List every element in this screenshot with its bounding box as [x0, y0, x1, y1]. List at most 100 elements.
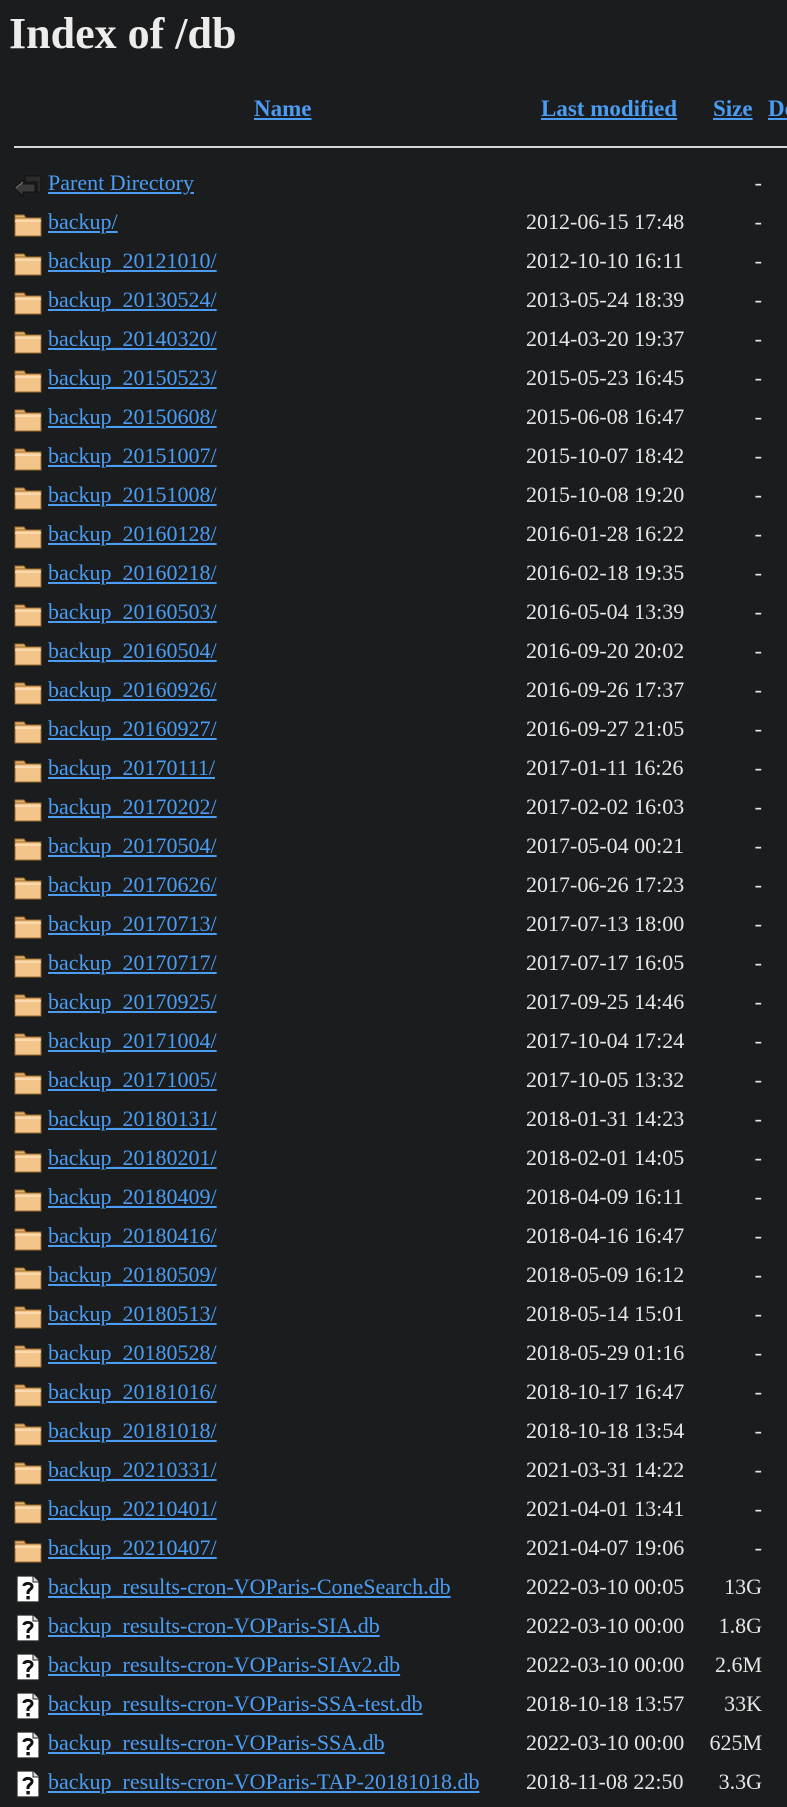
- entry-name-link[interactable]: backup_20170717/: [48, 950, 217, 976]
- entry-name-link[interactable]: backup_20151007/: [48, 443, 217, 469]
- table-row: backup_20181018/2018-10-18 13:54 -: [0, 1412, 787, 1451]
- entry-name-link[interactable]: backup_results-cron-VOParis-SSA.db: [48, 1730, 385, 1756]
- entry-name-link[interactable]: backup_20150523/: [48, 365, 217, 391]
- entry-size: -: [754, 1418, 762, 1443]
- entry-name-link[interactable]: backup_results-cron-VOParis-SIAv2.db: [48, 1652, 400, 1678]
- table-row: backup_20160218/2016-02-18 19:35 -: [0, 554, 787, 593]
- column-header-last-modified[interactable]: Last modified: [541, 96, 677, 122]
- entry-name-link[interactable]: backup_20140320/: [48, 326, 217, 352]
- entry-name-link[interactable]: backup_20151008/: [48, 482, 217, 508]
- folder-icon: [13, 1340, 43, 1370]
- table-row: backup_20170717/2017-07-17 16:05 -: [0, 944, 787, 983]
- entry-name-link[interactable]: backup_20130524/: [48, 287, 217, 313]
- entry-size: -: [754, 482, 762, 507]
- entry-size: -: [754, 1457, 762, 1482]
- table-row: backup_20140320/2014-03-20 19:37 -: [0, 320, 787, 359]
- table-row: backup_results-cron-VOParis-SIA.db 2022-0…: [0, 1607, 787, 1646]
- entry-name-link[interactable]: backup_20180416/: [48, 1223, 217, 1249]
- entry-name-link[interactable]: backup_20180509/: [48, 1262, 217, 1288]
- table-row: backup/2012-06-15 17:48 -: [0, 203, 787, 242]
- table-row: backup_20180409/2018-04-09 16:11 -: [0, 1178, 787, 1217]
- entry-name-link[interactable]: backup_results-cron-VOParis-SSA-test.db: [48, 1691, 423, 1717]
- table-row: backup_20150608/2015-06-08 16:47 -: [0, 398, 787, 437]
- folder-icon: [13, 677, 43, 707]
- entry-name-link[interactable]: backup_20210401/: [48, 1496, 217, 1522]
- entry-last-modified: 2016-05-04 13:39: [526, 599, 685, 624]
- entry-name-link[interactable]: backup_20180201/: [48, 1145, 217, 1171]
- column-header-description[interactable]: De: [768, 96, 787, 122]
- entry-last-modified: 2016-09-27 21:05: [526, 716, 685, 741]
- unknown-file-icon: [13, 1652, 43, 1682]
- entry-size: -: [754, 365, 762, 390]
- entry-name-link[interactable]: backup_20180513/: [48, 1301, 217, 1327]
- entry-name-link[interactable]: backup_20170504/: [48, 833, 217, 859]
- entry-name-link[interactable]: backup_results-cron-VOParis-SIA.db: [48, 1613, 380, 1639]
- entry-name-link[interactable]: backup_20160927/: [48, 716, 217, 742]
- entry-name-link[interactable]: backup_20180409/: [48, 1184, 217, 1210]
- entry-size: -: [754, 1262, 762, 1287]
- entry-name-link[interactable]: backup_20160503/: [48, 599, 217, 625]
- entry-size: -: [754, 287, 762, 312]
- entry-name-link[interactable]: backup_20180528/: [48, 1340, 217, 1366]
- entry-name-link[interactable]: backup_20180131/: [48, 1106, 217, 1132]
- entry-name-link[interactable]: backup_20160926/: [48, 677, 217, 703]
- folder-icon: [13, 989, 43, 1019]
- folder-icon: [13, 950, 43, 980]
- entry-size: -: [754, 1496, 762, 1521]
- entry-name-link[interactable]: backup_results-cron-VOParis-TAP-20181018…: [48, 1769, 479, 1795]
- entry-name-link[interactable]: backup_results-cron-VOParis-ConeSearch.d…: [48, 1574, 451, 1600]
- entry-name-link[interactable]: backup_20170713/: [48, 911, 217, 937]
- table-row: backup_20160926/2016-09-26 17:37 -: [0, 671, 787, 710]
- column-header-size[interactable]: Size: [713, 96, 753, 122]
- entry-name-link[interactable]: backup_20171004/: [48, 1028, 217, 1054]
- entry-size: -: [754, 1379, 762, 1404]
- entry-name-link[interactable]: backup_20181018/: [48, 1418, 217, 1444]
- entry-size: 33K: [724, 1691, 762, 1716]
- entry-last-modified: 2018-05-09 16:12: [526, 1262, 685, 1287]
- entry-name-link[interactable]: backup_20160504/: [48, 638, 217, 664]
- entry-name-link[interactable]: backup_20210407/: [48, 1535, 217, 1561]
- entry-name-link[interactable]: backup_20160218/: [48, 560, 217, 586]
- unknown-file-icon: [13, 1730, 43, 1760]
- folder-icon: [13, 287, 43, 317]
- table-row: backup_20180131/2018-01-31 14:23 -: [0, 1100, 787, 1139]
- entry-size: -: [754, 443, 762, 468]
- entry-last-modified: 2018-11-08 22:50: [526, 1769, 684, 1794]
- entry-last-modified: 2018-04-09 16:11: [526, 1184, 684, 1209]
- folder-icon: [13, 1067, 43, 1097]
- entry-name-link[interactable]: backup_20210331/: [48, 1457, 217, 1483]
- entry-last-modified: 2021-04-07 19:06: [526, 1535, 685, 1560]
- entry-last-modified: 2016-09-20 20:02: [526, 638, 685, 663]
- entry-name-link[interactable]: backup_20170111/: [48, 755, 215, 781]
- entry-name-link[interactable]: backup_20160128/: [48, 521, 217, 547]
- entry-last-modified: 2018-10-17 16:47: [526, 1379, 685, 1404]
- entry-size: -: [754, 833, 762, 858]
- entry-last-modified: 2022-03-10 00:00: [526, 1613, 685, 1638]
- table-row: backup_20130524/2013-05-24 18:39 -: [0, 281, 787, 320]
- entry-name-link[interactable]: backup_20181016/: [48, 1379, 217, 1405]
- entry-name-link[interactable]: backup_20170626/: [48, 872, 217, 898]
- entry-last-modified: 2021-03-31 14:22: [526, 1457, 685, 1482]
- entry-name-link[interactable]: backup_20121010/: [48, 248, 217, 274]
- entry-last-modified: 2022-03-10 00:00: [526, 1652, 685, 1677]
- column-header-name[interactable]: Name: [254, 96, 311, 122]
- table-row: backup_20180513/2018-05-14 15:01 -: [0, 1295, 787, 1334]
- entry-name-link[interactable]: backup_20170202/: [48, 794, 217, 820]
- entry-last-modified: 2015-10-07 18:42: [526, 443, 685, 468]
- parent-directory-link[interactable]: Parent Directory: [48, 170, 194, 196]
- entry-name-link[interactable]: backup/: [48, 209, 118, 235]
- entry-name-link[interactable]: backup_20170925/: [48, 989, 217, 1015]
- parent-directory-row: Parent Directory -: [0, 164, 787, 203]
- entry-size: -: [754, 326, 762, 351]
- entry-last-modified: 2022-03-10 00:05: [526, 1574, 685, 1599]
- entry-last-modified: 2015-05-23 16:45: [526, 365, 685, 390]
- folder-icon: [13, 1028, 43, 1058]
- entry-size: -: [754, 677, 762, 702]
- folder-icon: [13, 1184, 43, 1214]
- entry-name-link[interactable]: backup_20150608/: [48, 404, 217, 430]
- entry-last-modified: 2018-01-31 14:23: [526, 1106, 685, 1131]
- folder-icon: [13, 716, 43, 746]
- entry-last-modified: 2016-01-28 16:22: [526, 521, 685, 546]
- entry-name-link[interactable]: backup_20171005/: [48, 1067, 217, 1093]
- table-row: backup_results-cron-VOParis-SSA-test.db 2…: [0, 1685, 787, 1724]
